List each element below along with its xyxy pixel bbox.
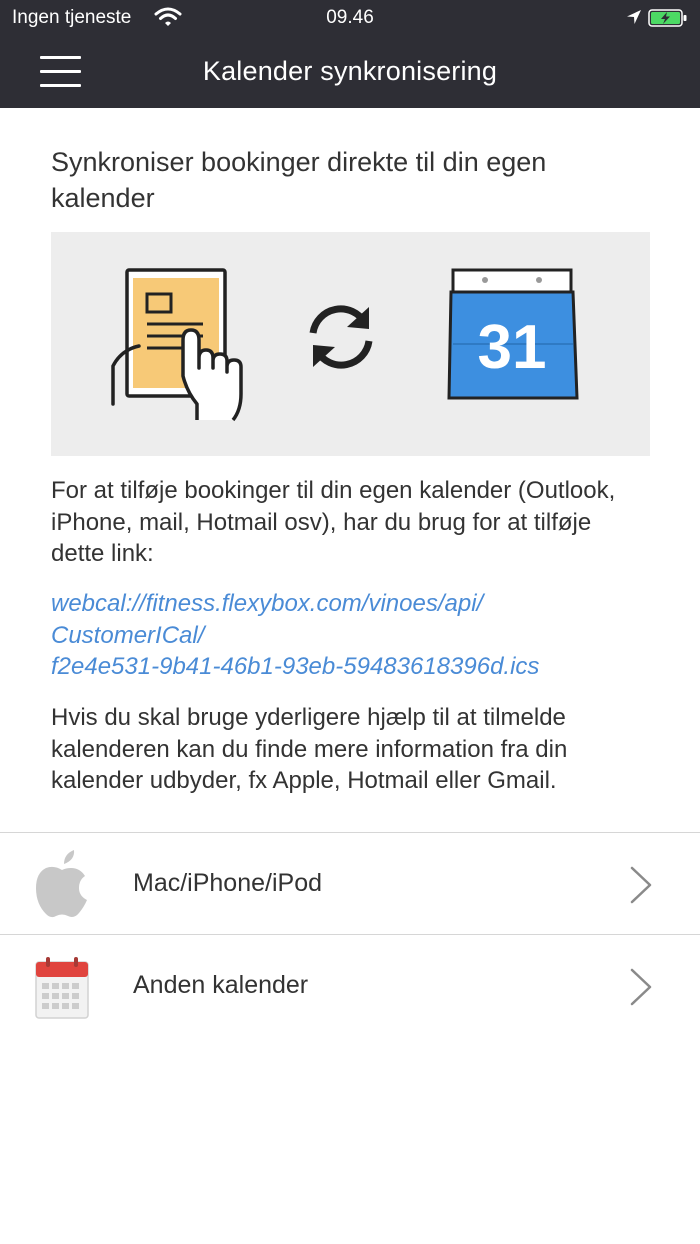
clock: 09.46 [326, 7, 374, 28]
status-bar: Ingen tjeneste 09.46 [0, 0, 700, 36]
webcal-link-line: CustomerICal/ [51, 621, 205, 649]
calendar-icon: 31 [447, 268, 579, 400]
option-label: Mac/iPhone/iPod [133, 869, 323, 897]
webcal-link-line: webcal://fitness.flexybox.com/vinoes/api… [51, 590, 484, 617]
intro-text: For at tilføje bookinger til din egen ka… [51, 477, 616, 567]
option-mac-iphone-ipod[interactable]: Mac/iPhone/iPod [0, 832, 700, 935]
page-title: Kalender synkronisering [202, 56, 498, 86]
sync-illustration: 31 [51, 232, 650, 456]
webcal-link[interactable]: webcal://fitness.flexybox.com/vinoes/api… [51, 588, 651, 683]
tablet-touch-icon [111, 268, 243, 422]
option-other-calendar[interactable]: Anden kalender [0, 934, 700, 1037]
location-arrow-icon [627, 10, 641, 24]
calendar-icon [35, 957, 89, 1019]
sync-icon [309, 305, 373, 369]
help-text: Hvis du skal bruge yderligere hjælp til … [51, 704, 568, 794]
nav-bar: Kalender synkronisering [0, 36, 700, 108]
sync-heading: Synkroniser bookinger direkte til din eg… [51, 147, 547, 213]
chevron-right-icon [630, 866, 652, 904]
battery-charging-icon [648, 9, 687, 27]
apple-logo-icon [36, 850, 87, 918]
option-label: Anden kalender [133, 971, 309, 999]
chevron-right-icon [630, 968, 652, 1006]
calendar-day-number: 31 [478, 313, 547, 382]
webcal-link-line: f2e4e531-9b41-46b1-93eb-59483618396d.ics [51, 653, 540, 680]
